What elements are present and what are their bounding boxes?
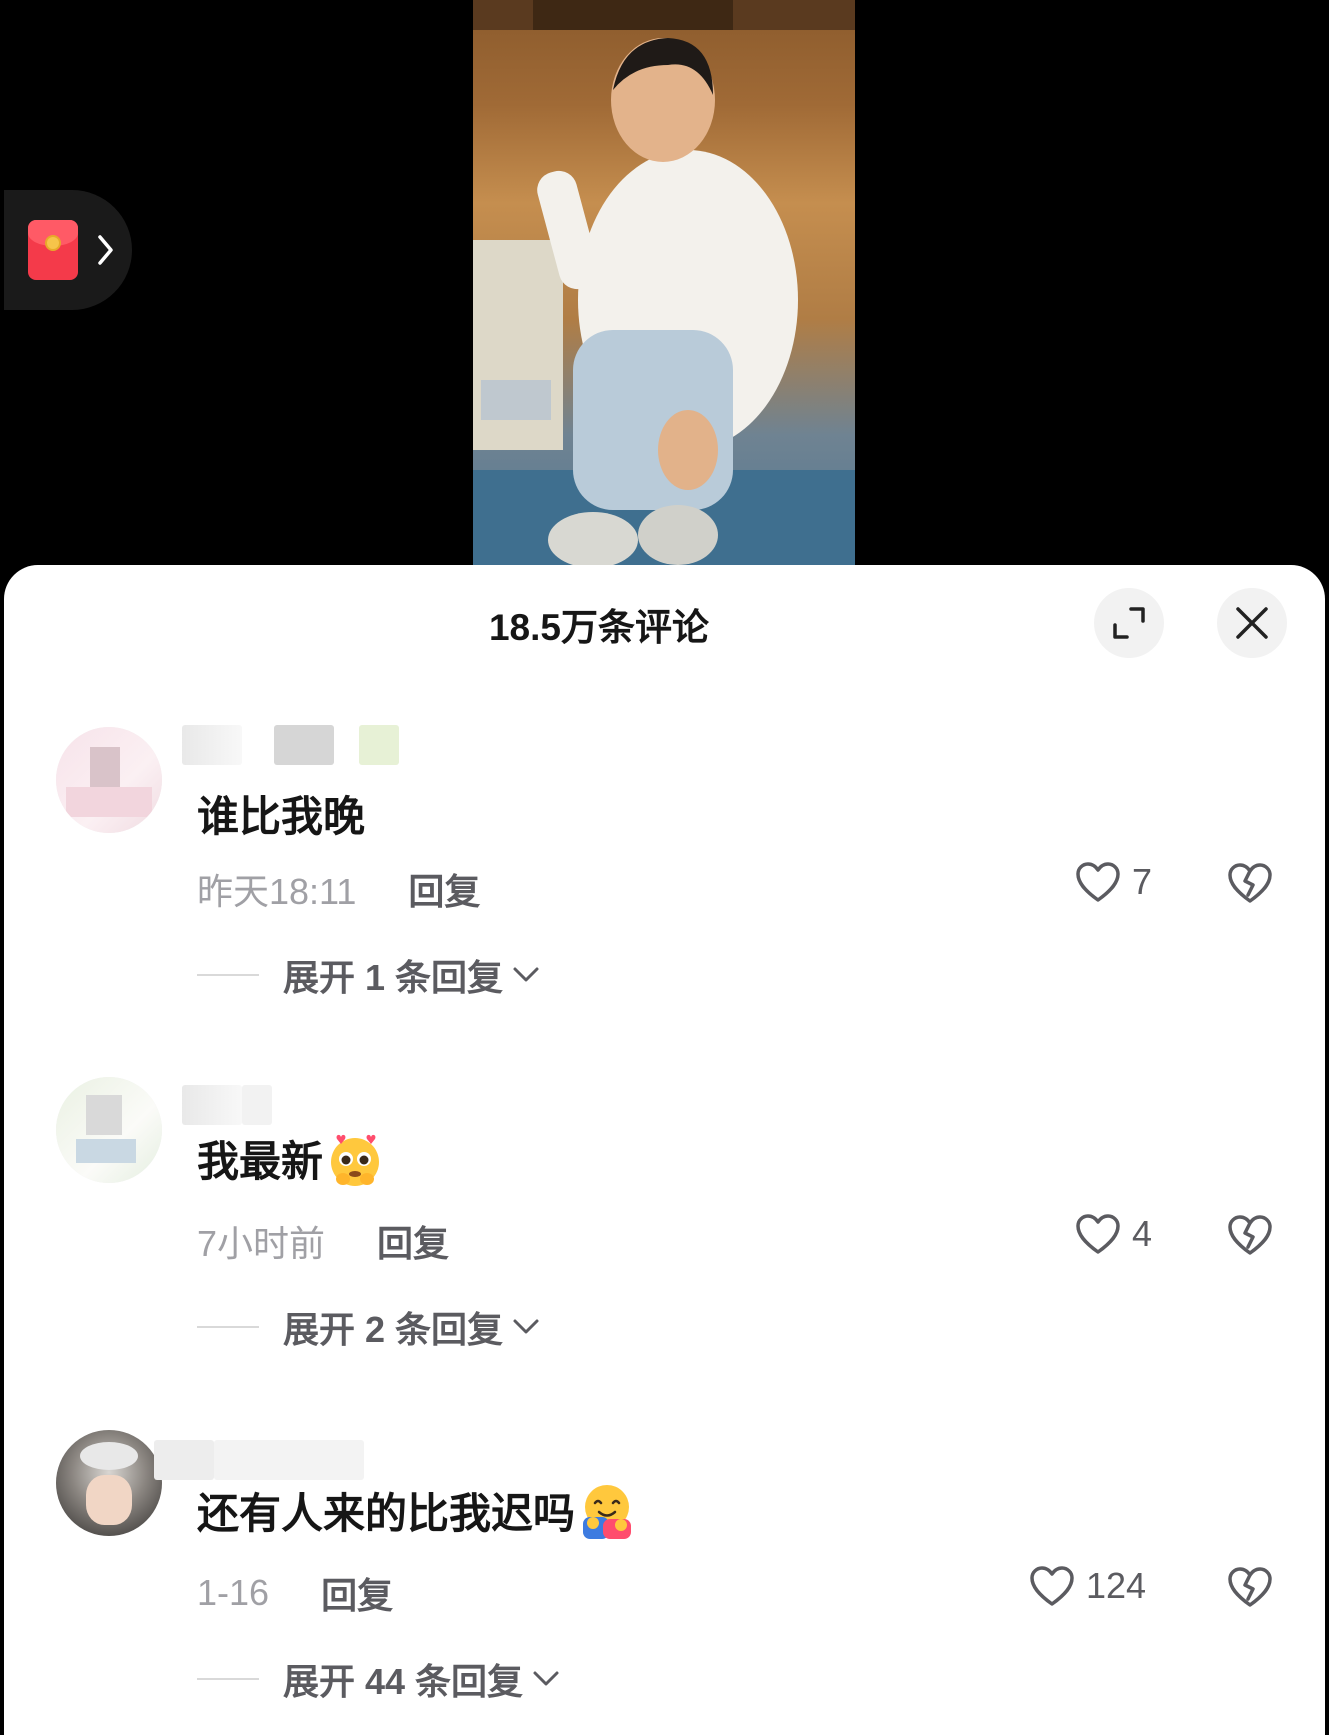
broken-heart-icon	[1228, 1567, 1272, 1607]
comment-meta: 7小时前 回复	[197, 1215, 449, 1267]
chevron-right-icon	[98, 235, 113, 265]
red-packet-icon	[28, 220, 78, 280]
like-count: 4	[1132, 1213, 1153, 1254]
username-redacted	[359, 725, 399, 765]
expand-replies-button[interactable]: 展开 2 条回复	[197, 1301, 541, 1353]
heart-icon	[1030, 1566, 1074, 1606]
expand-replies-label: 展开 2 条回复	[283, 1309, 504, 1350]
comment-text: 还有人来的比我迟吗	[197, 1480, 637, 1541]
like-button[interactable]: 4	[1074, 1212, 1152, 1256]
like-button[interactable]: 7	[1074, 860, 1152, 904]
username-redacted	[242, 1085, 272, 1125]
chevron-down-icon	[513, 1319, 539, 1334]
pleading-face-emoji	[331, 1134, 380, 1186]
expand-replies-button[interactable]: 展开 44 条回复	[197, 1653, 561, 1705]
username-redacted[interactable]	[154, 1440, 214, 1480]
broken-heart-icon	[1228, 1215, 1272, 1255]
heart-icon	[1076, 862, 1120, 902]
video-area[interactable]	[0, 0, 1329, 580]
avatar[interactable]	[56, 1430, 162, 1536]
hugging-face-emoji	[583, 1484, 632, 1539]
avatar[interactable]	[56, 1077, 162, 1183]
comment-time: 7小时前	[197, 1223, 326, 1264]
username-redacted[interactable]	[182, 725, 242, 765]
comment-text-content: 谁比我晚	[197, 793, 366, 840]
dislike-button[interactable]	[1226, 1213, 1274, 1262]
comment-text: 我最新	[197, 1128, 385, 1189]
username-redacted	[214, 1440, 364, 1480]
divider-line	[197, 1678, 259, 1680]
username-redacted[interactable]	[182, 1085, 242, 1125]
heart-icon	[1076, 1214, 1120, 1254]
close-icon	[1236, 607, 1268, 639]
username-redacted	[274, 725, 334, 765]
comment-meta: 昨天18:11 回复	[197, 863, 480, 915]
reply-button[interactable]: 回复	[377, 1215, 449, 1267]
dislike-button[interactable]	[1226, 861, 1274, 910]
chevron-down-icon	[533, 1671, 559, 1686]
expand-replies-button[interactable]: 展开 1 条回复	[197, 949, 541, 1001]
expand-replies-label: 展开 44 条回复	[283, 1661, 524, 1702]
divider-line	[197, 1326, 259, 1328]
video-thumbnail	[473, 0, 855, 580]
broken-heart-icon	[1228, 863, 1272, 903]
comment-text: 谁比我晚	[197, 783, 365, 844]
like-count: 7	[1132, 861, 1153, 902]
video-frame[interactable]	[473, 0, 855, 580]
expand-replies-label: 展开 1 条回复	[283, 957, 504, 998]
red-packet-button[interactable]	[4, 190, 132, 310]
like-button[interactable]: 124	[1028, 1564, 1146, 1608]
comment-time: 昨天18:11	[197, 871, 357, 912]
comment-text-content: 还有人来的比我迟吗	[197, 1490, 576, 1537]
comment-sheet: 18.5万条评论 谁比我晚 昨天18:11 回复 7 展开 1 条回复 我最新 …	[4, 565, 1325, 1735]
reply-button[interactable]: 回复	[408, 863, 480, 915]
dislike-button[interactable]	[1226, 1565, 1274, 1614]
comment-text-content: 我最新	[197, 1138, 324, 1185]
divider-line	[197, 974, 259, 976]
like-count: 124	[1086, 1565, 1147, 1606]
expand-icon	[1113, 607, 1145, 639]
chevron-down-icon	[513, 967, 539, 982]
comment-count-title: 18.5万条评论	[488, 607, 709, 648]
reply-button[interactable]: 回复	[321, 1567, 393, 1619]
comment-time: 1-16	[197, 1572, 270, 1613]
avatar[interactable]	[56, 727, 162, 833]
comment-meta: 1-16 回复	[197, 1567, 393, 1619]
close-button[interactable]	[1217, 588, 1287, 658]
expand-button[interactable]	[1094, 588, 1164, 658]
